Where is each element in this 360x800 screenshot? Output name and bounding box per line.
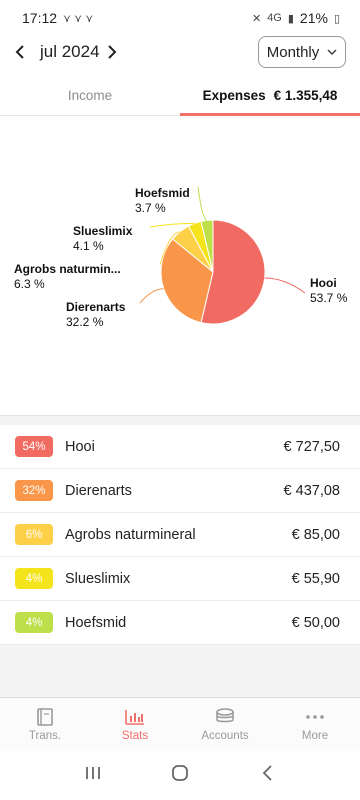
bar-chart-icon: [124, 707, 146, 727]
category-amount: € 50,00: [291, 614, 340, 631]
leader-line: [139, 288, 164, 304]
system-navigation-bar: [0, 751, 360, 800]
tab-expenses[interactable]: Expenses € 1.355,48: [180, 76, 360, 116]
list-item[interactable]: 4% Hoefsmid € 50,00: [0, 601, 360, 645]
slice-percent: 53.7 %: [310, 291, 348, 305]
slice-label: Dierenarts: [66, 300, 126, 314]
slice-label: Agrobs naturmin...: [14, 262, 121, 276]
list-item[interactable]: 54% Hooi € 727,50: [0, 425, 360, 469]
category-name: Agrobs naturmineral: [65, 526, 196, 543]
category-amount: € 55,90: [291, 570, 340, 587]
book-icon: [34, 707, 56, 727]
network-type: 4G: [267, 12, 282, 24]
tab-income-label: Income: [67, 88, 113, 103]
previous-month-button[interactable]: [8, 40, 32, 64]
category-amount: € 85,00: [291, 526, 340, 543]
back-button[interactable]: [247, 764, 287, 788]
list-background: [0, 645, 360, 697]
list-item[interactable]: 32% Dierenarts € 437,08: [0, 469, 360, 513]
nav-trans-label: Trans.: [28, 730, 62, 742]
next-month-button[interactable]: [100, 40, 124, 64]
slice-label: Hooi: [310, 276, 337, 290]
section-divider: [0, 415, 360, 425]
nav-accounts[interactable]: Accounts: [180, 698, 270, 751]
nav-stats[interactable]: Stats: [90, 698, 180, 751]
home-icon: [172, 764, 188, 781]
category-name: Hoefsmid: [65, 614, 127, 631]
signal-icon: ▮: [287, 12, 294, 25]
more-dots-icon: [304, 707, 326, 727]
nav-more[interactable]: More: [270, 698, 360, 751]
coins-icon: [214, 707, 236, 727]
category-amount: € 727,50: [283, 438, 340, 455]
nav-trans[interactable]: Trans.: [0, 698, 90, 751]
list-item[interactable]: 4% Slueslimix € 55,90: [0, 557, 360, 601]
slice-label: Slueslimix: [73, 224, 133, 238]
leader-line: [197, 186, 208, 221]
percent-badge: 32%: [15, 480, 53, 501]
category-name: Hooi: [65, 438, 95, 455]
tab-expenses-label: Expenses: [202, 88, 266, 103]
recent-apps-icon: [86, 767, 101, 779]
slice-percent: 32.2 %: [66, 315, 104, 329]
mute-icon: ✕: [251, 12, 262, 25]
home-button[interactable]: [160, 764, 200, 788]
percent-badge: 6%: [15, 524, 53, 545]
period-value: Monthly: [266, 43, 320, 61]
percent-badge: 4%: [15, 568, 53, 589]
category-name: Slueslimix: [65, 570, 131, 587]
chevron-right-icon: [108, 45, 117, 59]
clock: 17:12: [22, 10, 58, 26]
current-month: jul 2024: [40, 42, 100, 61]
list-item[interactable]: 6% Agrobs naturmineral € 85,00: [0, 513, 360, 557]
status-bar: 17:12 ⋎ ⋎ ⋎ ✕ 4G ▮ 21% ▯: [0, 0, 360, 36]
category-amount: € 437,08: [283, 482, 340, 499]
slice-label: Hoefsmid: [135, 186, 190, 200]
notification-icons: ⋎ ⋎ ⋎: [63, 12, 94, 25]
category-list: 54% Hooi € 727,50 32% Dierenarts € 437,0…: [0, 425, 360, 645]
slice-percent: 4.1 %: [73, 239, 104, 253]
tab-income[interactable]: Income: [0, 76, 180, 115]
expenses-pie-chart: Hooi 53.7 % Dierenarts 32.2 % Agrobs naturmi…: [0, 117, 360, 415]
battery-icon: ▯: [333, 12, 340, 25]
income-expenses-tabs: Income Expenses € 1.355,48: [0, 76, 360, 116]
tab-expenses-amount: € 1.355,48: [273, 88, 338, 103]
percent-badge: 4%: [15, 612, 53, 633]
nav-more-label: More: [301, 730, 329, 742]
pie-chart-svg: Hooi53.7 % Dierenarts32.2 % Agrobs naturmi…: [14, 186, 348, 329]
battery-level: 21%: [299, 10, 328, 26]
bottom-navigation: Trans. Stats Accounts More: [0, 697, 360, 751]
chevron-down-icon: [327, 49, 337, 55]
slice-percent: 6.3 %: [14, 277, 45, 291]
back-icon: [262, 764, 272, 781]
period-dropdown[interactable]: Monthly: [258, 36, 346, 68]
category-name: Dierenarts: [65, 482, 132, 499]
nav-accounts-label: Accounts: [201, 730, 249, 742]
percent-badge: 54%: [15, 436, 53, 457]
month-header: jul 2024 Monthly: [0, 36, 360, 68]
nav-stats-label: Stats: [121, 730, 149, 742]
chevron-left-icon: [15, 45, 24, 59]
slice-percent: 3.7 %: [135, 201, 166, 215]
leader-line: [264, 277, 306, 294]
recent-apps-button[interactable]: [73, 764, 113, 787]
